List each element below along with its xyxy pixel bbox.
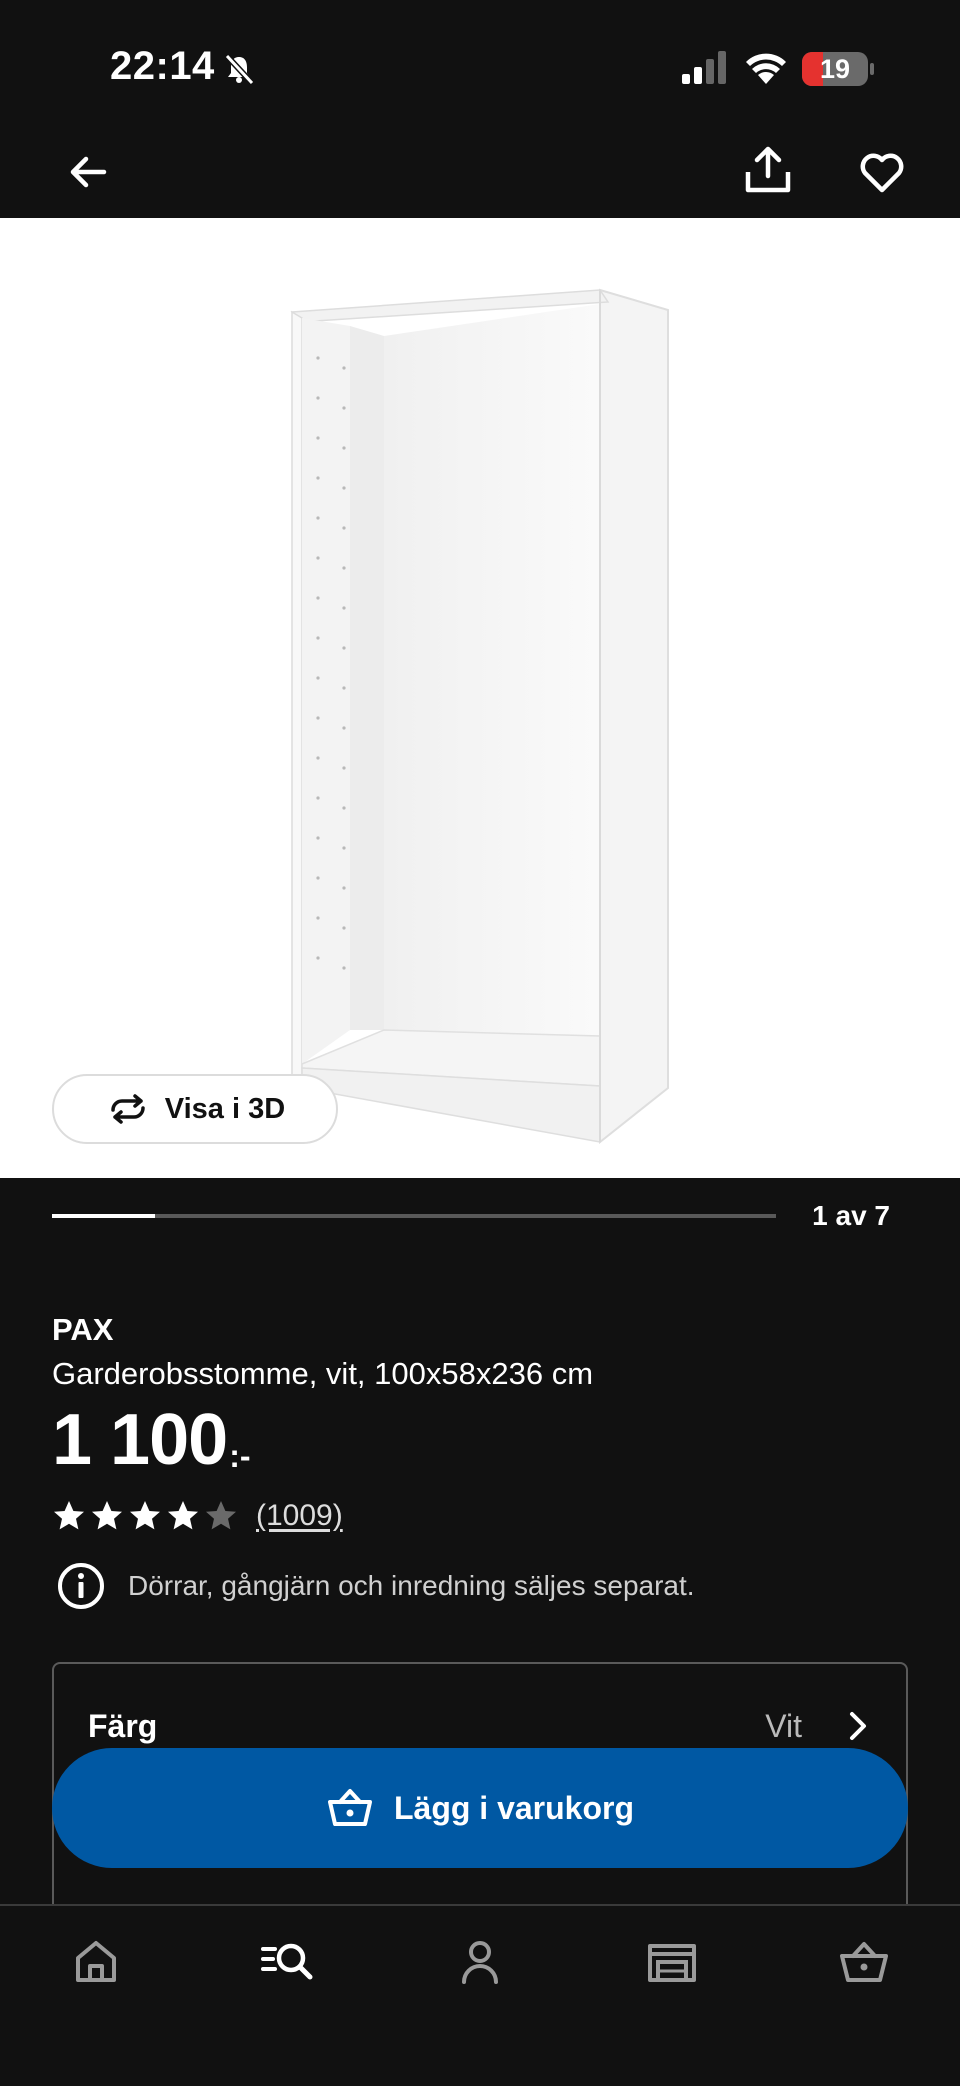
info-icon (58, 1563, 104, 1609)
heart-icon[interactable] (858, 148, 906, 196)
star-filled-icon (54, 1501, 84, 1530)
share-icon[interactable] (742, 144, 794, 196)
battery-indicator: 19 (802, 52, 874, 86)
tab-search[interactable] (260, 1934, 316, 1990)
chevron-right-icon (850, 1712, 866, 1740)
wardrobe-frame-image (290, 288, 669, 1145)
cart-icon (327, 1789, 372, 1826)
cart-icon (840, 1942, 888, 1982)
star-empty-icon (206, 1501, 236, 1530)
product-description: Garderobsstomme, vit, 100x58x236 cm (52, 1356, 594, 1391)
home-icon (76, 1941, 116, 1982)
arrow-left-icon[interactable] (64, 148, 112, 196)
star-filled-icon (92, 1501, 122, 1530)
price-amount: 1 100 (52, 1400, 228, 1480)
review-count-link[interactable]: (1009) (256, 1499, 343, 1533)
gallery-progress-track (52, 1214, 776, 1218)
price-suffix: :- (229, 1438, 251, 1474)
product-rating[interactable]: (1009) (52, 1498, 343, 1534)
tab-account[interactable] (452, 1934, 508, 1990)
cellular-signal-icon (682, 51, 726, 84)
add-to-cart-button[interactable]: Lägg i varukorg (52, 1748, 908, 1868)
product-price: 1 100 :- (52, 1404, 251, 1476)
product-brand: PAX (52, 1312, 114, 1347)
battery-level: 19 (819, 54, 851, 84)
store-icon (648, 1944, 696, 1982)
bottom-tab-bar (0, 1904, 960, 2086)
top-nav (0, 140, 960, 218)
star-filled-icon (130, 1501, 160, 1530)
tab-cart[interactable] (836, 1934, 892, 1990)
color-option-value: Vit (765, 1708, 802, 1744)
product-notice: Dörrar, gångjärn och inredning säljes se… (56, 1560, 695, 1612)
color-option-label: Färg (88, 1708, 158, 1744)
rotate-icon (111, 1094, 145, 1124)
account-icon (462, 1941, 498, 1984)
rating-stars (52, 1499, 242, 1533)
battery-body: 19 (802, 52, 868, 86)
status-time: 22:14 (110, 44, 215, 88)
add-to-cart-label: Lägg i varukorg (393, 1789, 635, 1826)
tab-home[interactable] (68, 1934, 124, 1990)
bell-muted-icon (224, 53, 255, 86)
gallery-progress-fill (52, 1214, 156, 1218)
status-bar: 22:14 19 (0, 0, 960, 140)
gallery-counter: 1 av 7 (812, 1200, 890, 1231)
search-icon (261, 1943, 313, 1980)
view-3d-button[interactable]: Visa i 3D (52, 1074, 338, 1144)
wifi-icon (746, 53, 786, 84)
battery-nub (870, 63, 874, 75)
notice-text: Dörrar, gångjärn och inredning säljes se… (128, 1570, 695, 1601)
tab-stores[interactable] (644, 1934, 700, 1990)
product-image-area[interactable]: Visa i 3D (0, 218, 960, 1178)
view-3d-label: Visa i 3D (164, 1092, 286, 1125)
star-filled-icon (168, 1501, 198, 1530)
